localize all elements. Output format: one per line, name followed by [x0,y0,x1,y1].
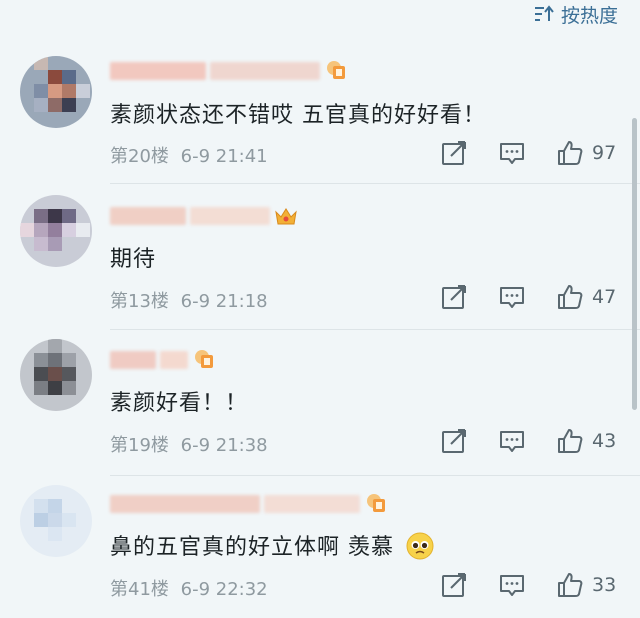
username-blur [110,62,206,80]
fan-badge-icon [367,494,385,512]
like-count: 47 [592,286,617,308]
action-bar: 33 [440,571,640,601]
comment-icon [500,287,524,308]
sort-icon [533,4,555,24]
comment-text: 素颜好看！！ [110,391,249,416]
share-button[interactable] [440,427,468,455]
divider [110,329,640,330]
like-button[interactable]: 33 [556,571,616,599]
username-blur [210,62,320,80]
avatar[interactable] [20,195,92,267]
like-count: 97 [592,142,617,164]
username[interactable] [110,347,216,373]
floor-number: 第19楼 [110,435,169,456]
avatar[interactable] [20,485,92,557]
share-icon [442,573,466,597]
username[interactable] [110,58,348,84]
thumbs-up-icon [558,573,583,597]
action-bar: 97 [440,139,640,169]
comment-icon [500,431,524,452]
avatar[interactable] [20,339,92,411]
thumbs-up-icon [558,285,583,309]
comment-icon [500,575,524,596]
like-count: 33 [592,574,617,596]
thumbs-up-icon [558,141,583,165]
comment-date: 6-9 21:18 [180,291,268,312]
reply-button[interactable] [498,283,526,311]
username-blur [264,495,360,513]
username[interactable] [110,203,298,229]
share-button[interactable] [440,571,468,599]
comment-date: 6-9 21:41 [180,146,268,167]
share-button[interactable] [440,139,468,167]
comment-icon [500,143,524,164]
reply-button[interactable] [498,139,526,167]
action-bar: 43 [440,427,640,457]
reply-button[interactable] [498,427,526,455]
floor-number: 第13楼 [110,291,169,312]
like-count: 43 [592,430,617,452]
comment-text-content: 鼻的五官真的好立体啊 羡慕 [110,535,394,560]
share-icon [442,429,466,453]
username-blur [110,495,260,513]
sort-label: 按热度 [560,4,618,27]
comment-item: 鼻的五官真的好立体啊 羡慕 第41楼 6-9 22:32 33 [0,475,640,618]
scrollbar[interactable] [632,118,637,410]
comment-text: 期待 [110,247,157,272]
comment-text: 素颜状态还不错哎 五官真的好好看！ [110,103,486,128]
reply-button[interactable] [498,571,526,599]
like-button[interactable]: 43 [556,427,616,455]
fan-badge-icon [195,350,213,368]
comment-date: 6-9 22:32 [180,579,268,600]
avatar[interactable] [20,56,92,128]
pleading-face-emoji [406,532,434,560]
username-blur [190,207,270,225]
username-blur [110,351,156,369]
share-icon [442,141,466,165]
comment-item: 期待 第13楼 6-9 21:18 47 [0,183,640,329]
comment-item: 素颜好看！！ 第19楼 6-9 21:38 43 [0,329,640,475]
floor-number: 第41楼 [110,579,169,600]
like-button[interactable]: 47 [556,283,616,311]
crown-icon [275,208,297,225]
share-button[interactable] [440,283,468,311]
like-button[interactable]: 97 [556,139,616,167]
comment-meta: 第19楼 6-9 21:38 [110,431,268,457]
comment-date: 6-9 21:38 [180,435,268,456]
comment-meta: 第20楼 6-9 21:41 [110,142,268,168]
thumbs-up-icon [558,429,583,453]
fan-badge-icon [327,61,345,79]
username[interactable] [110,491,388,517]
username-blur [110,207,186,225]
comment-meta: 第13楼 6-9 21:18 [110,287,268,313]
action-bar: 47 [440,283,640,313]
comment-meta: 第41楼 6-9 22:32 [110,575,268,601]
divider [110,183,640,184]
share-icon [442,285,466,309]
comment-item: 素颜状态还不错哎 五官真的好好看！ 第20楼 6-9 21:41 97 [0,42,640,188]
comment-text: 鼻的五官真的好立体啊 羡慕 [110,529,434,561]
floor-number: 第20楼 [110,146,169,167]
username-blur [160,351,188,369]
divider [110,475,640,476]
sort-toggle[interactable]: 按热度 [533,0,640,28]
